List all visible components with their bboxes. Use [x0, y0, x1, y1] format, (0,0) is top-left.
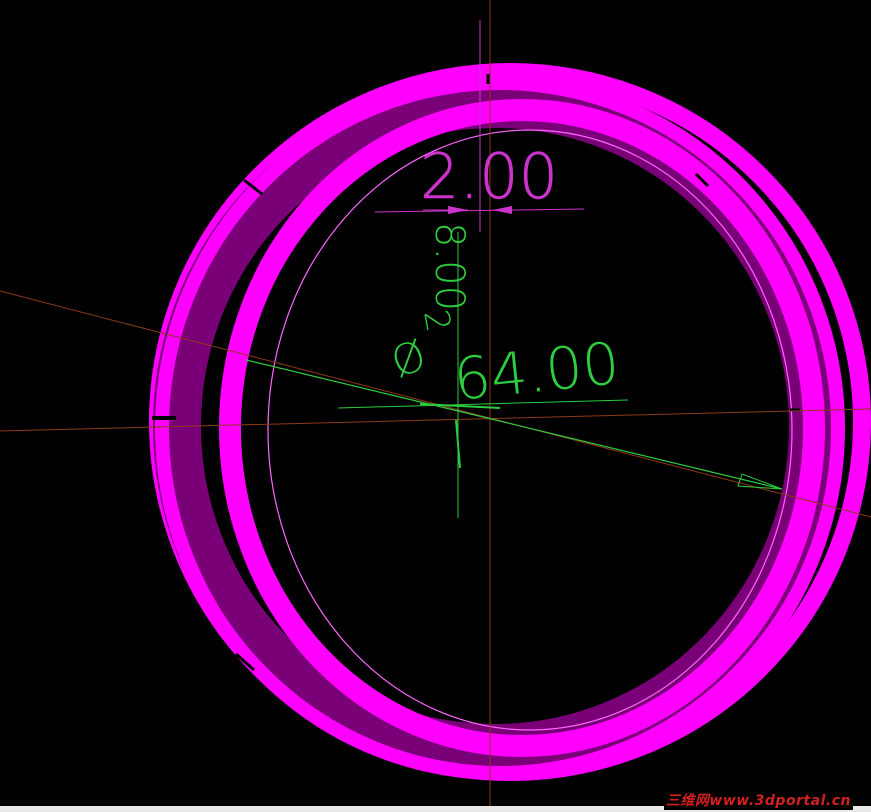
vertical-dimension-label: 8.00 [426, 222, 472, 311]
cad-drawing-canvas: 2.00 8.00 Ø 2 64.00 [0, 0, 871, 812]
watermark-text: 三维网www.3dportal.cn [663, 790, 853, 810]
width-dimension-label: 2.00 [420, 140, 558, 213]
